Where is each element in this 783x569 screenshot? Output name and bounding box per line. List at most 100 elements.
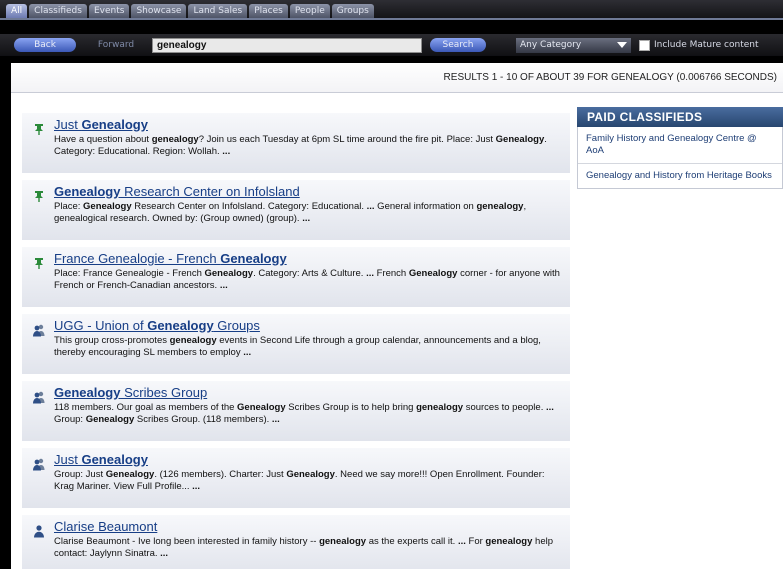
result-snippet-text: French [374, 268, 409, 279]
result-title-link[interactable]: Genealogy Scribes Group [54, 385, 562, 400]
result-snippet-text: ... [366, 268, 374, 279]
result-snippet-text: Genealogy [105, 469, 155, 480]
results-summary: RESULTS 1 - 10 OF ABOUT 39 FOR GENEALOGY… [11, 63, 783, 93]
tab-classifieds[interactable]: Classifieds [29, 4, 87, 18]
result-snippet: Have a question about genealogy? Join us… [54, 134, 562, 158]
paid-classifieds-list: Family History and Genealogy Centre @ Ao… [577, 127, 783, 189]
result-snippet: This group cross-promotes genealogy even… [54, 335, 562, 359]
result-snippet-text: ... [222, 146, 231, 157]
result-item: France Genealogie - French Genealogy Plac… [22, 247, 570, 307]
mature-checkbox[interactable] [639, 39, 650, 51]
result-snippet-text: Genealogy [85, 414, 135, 425]
result-snippet-text: Genealogy [204, 268, 254, 279]
result-snippet-text: Have a question about [54, 134, 152, 145]
result-title-text: Genealogy [81, 117, 148, 132]
result-snippet-text: ... [160, 548, 169, 559]
result-snippet-text: sources to people. [463, 402, 546, 413]
paid-classifieds-heading: PAID CLASSIFIEDS [577, 107, 783, 127]
result-title-text: Genealogy [54, 385, 121, 400]
result-snippet-text: General information on [374, 201, 477, 212]
result-title-link[interactable]: France Genealogie - French Genealogy [54, 251, 562, 266]
pushpin-icon [32, 189, 46, 203]
result-title-text: Genealogy [147, 318, 214, 333]
toolbar: Back Forward genealogy Search Any Catego… [0, 34, 783, 56]
result-title-text: Scribes Group [120, 385, 208, 400]
group-icon [32, 390, 46, 404]
result-title-link[interactable]: UGG - Union of Genealogy Groups [54, 318, 562, 333]
result-item: Clarise Beaumont Clarise Beaumont - Ive l… [22, 515, 570, 569]
group-icon [32, 323, 46, 337]
back-button[interactable]: Back [14, 38, 76, 52]
category-dropdown[interactable]: Any Category [516, 37, 631, 53]
search-window: All Classifieds Events Showcase Land Sal… [0, 0, 783, 569]
result-title-link[interactable]: Genealogy Research Center on Infolsland [54, 184, 562, 199]
result-snippet-text: Place: [54, 201, 84, 212]
group-icon [32, 457, 46, 471]
result-title-text: Genealogy [54, 184, 121, 199]
result-title-link[interactable]: Clarise Beaumont [54, 519, 562, 534]
result-title-link[interactable]: Just Genealogy [54, 117, 562, 132]
paid-classifieds-panel: PAID CLASSIFIEDS Family History and Gene… [577, 107, 783, 189]
tab-people[interactable]: People [289, 4, 330, 18]
result-snippet-text: Scribes Group is to help bring [285, 402, 417, 413]
result-snippet-text: ... [302, 213, 311, 224]
result-title-text: Just [54, 117, 82, 132]
result-item: Just Genealogy Have a question about gene… [22, 113, 570, 173]
mature-label: Include Mature content [654, 40, 759, 50]
tab-bar: All Classifieds Events Showcase Land Sal… [0, 0, 783, 20]
result-snippet-text: Group: Just [54, 469, 106, 480]
result-snippet-text: ... [271, 414, 280, 425]
result-snippet: Place: France Genealogie - French Geneal… [54, 268, 562, 292]
paid-classified-link[interactable]: Genealogy and History from Heritage Book… [578, 164, 782, 188]
result-snippet-text: as the experts call it. [366, 536, 458, 547]
person-icon [32, 524, 46, 538]
result-snippet-text: ... [192, 481, 201, 492]
result-title-text: Genealogy [220, 251, 287, 266]
result-item: Just Genealogy Group: Just Genealogy. (12… [22, 448, 570, 508]
search-input[interactable]: genealogy [152, 37, 422, 53]
tab-events[interactable]: Events [88, 4, 130, 18]
result-snippet-text: . (126 members). Charter: Just [154, 469, 287, 480]
tab-land-sales[interactable]: Land Sales [188, 4, 248, 18]
forward-button[interactable]: Forward [90, 38, 142, 52]
tab-places[interactable]: Places [249, 4, 288, 18]
chevron-down-icon [617, 41, 627, 48]
tab-showcase[interactable]: Showcase [131, 4, 187, 18]
result-snippet-text: Place: France Genealogie - French [54, 268, 205, 279]
result-item: UGG - Union of Genealogy Groups This grou… [22, 314, 570, 374]
result-snippet-text: Research Center on Infolsland. Category:… [131, 201, 367, 212]
result-snippet-text: genealogy [416, 402, 464, 413]
search-button[interactable]: Search [430, 38, 486, 52]
pushpin-icon [32, 256, 46, 270]
tab-groups[interactable]: Groups [331, 4, 374, 18]
result-snippet-text: ... [219, 280, 228, 291]
result-snippet-text: Clarise Beaumont - Ive long been interes… [54, 536, 320, 547]
results-pane: RESULTS 1 - 10 OF ABOUT 39 FOR GENEALOGY… [11, 63, 783, 569]
tab-all[interactable]: All [6, 4, 28, 18]
result-title-text: Groups [213, 318, 260, 333]
result-snippet-text: Scribes Group. (118 members). [134, 414, 272, 425]
result-snippet: Group: Just Genealogy. (126 members). Ch… [54, 469, 562, 493]
result-snippet-text: ? Join us each Tuesday at 6pm SL time ar… [198, 134, 496, 145]
category-value: Any Category [520, 39, 582, 50]
result-snippet-text: Genealogy [286, 469, 335, 480]
result-snippet-text: Group: [54, 414, 86, 425]
result-snippet-text: Genealogy [495, 134, 545, 145]
result-title-text: Research Center on Infolsland [120, 184, 300, 199]
result-snippet-text: genealogy [476, 201, 524, 212]
result-snippet-text: For [465, 536, 486, 547]
result-item: Genealogy Scribes Group 118 members. Our … [22, 381, 570, 441]
pushpin-icon [32, 122, 46, 136]
result-title-text: France Genealogie - French [54, 251, 221, 266]
result-snippet-text: ... [457, 536, 466, 547]
result-title-link[interactable]: Just Genealogy [54, 452, 562, 467]
mature-toggle[interactable]: Include Mature content [639, 39, 759, 51]
result-snippet: Clarise Beaumont - Ive long been interes… [54, 536, 562, 560]
result-snippet-text: genealogy [151, 134, 199, 145]
result-snippet-text: Genealogy [237, 402, 286, 413]
result-item: Genealogy Research Center on Infolsland P… [22, 180, 570, 240]
result-snippet-text: ... [545, 402, 554, 413]
results-list: Just Genealogy Have a question about gene… [22, 113, 570, 569]
paid-classified-link[interactable]: Family History and Genealogy Centre @ Ao… [578, 127, 782, 164]
result-snippet: 118 members. Our goal as members of the … [54, 402, 562, 426]
